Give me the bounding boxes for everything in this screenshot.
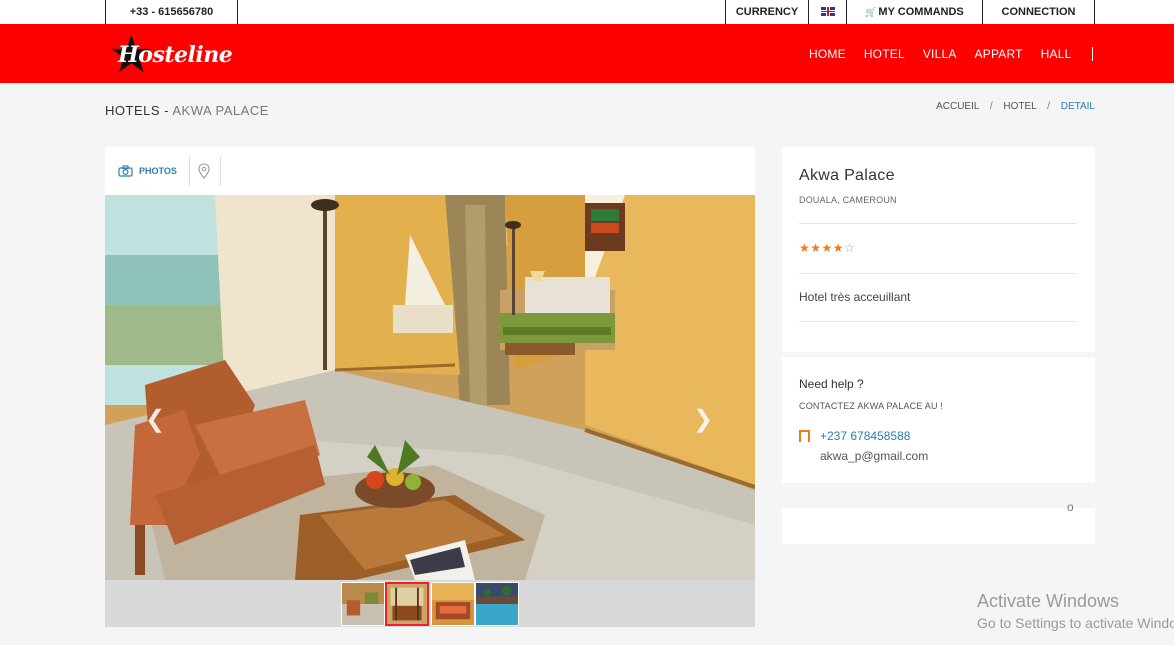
- page-title-separator: -: [160, 103, 173, 118]
- page-title-main: HOTELS: [105, 103, 161, 118]
- divider: [799, 223, 1077, 224]
- divider: [799, 321, 1077, 322]
- hotel-room-photo: [105, 195, 755, 580]
- star-full-icon: ★: [810, 241, 822, 255]
- uk-flag-icon: [820, 7, 835, 16]
- extra-card: o: [782, 500, 1095, 544]
- star-full-icon: ★: [832, 241, 845, 255]
- connection-link[interactable]: CONNECTION: [982, 0, 1095, 24]
- nav-villa[interactable]: VILLA: [914, 47, 966, 61]
- thumbnail-2[interactable]: [385, 582, 429, 626]
- extra-glyph: o: [1067, 500, 1074, 514]
- hotel-location: DOUALA, CAMEROUN: [799, 195, 897, 205]
- breadcrumb-accueil[interactable]: ACCUEIL: [936, 101, 979, 112]
- nav-hotel[interactable]: HOTEL: [855, 47, 914, 61]
- breadcrumb: ACCUEIL / HOTEL / DETAIL: [928, 101, 1095, 112]
- help-subtitle: CONTACTEZ AKWA PALACE AU !: [799, 401, 944, 411]
- logo-text: Hosteline: [118, 42, 233, 68]
- media-tabs: PHOTOS: [105, 147, 755, 195]
- star-full-icon: ★: [799, 241, 811, 255]
- nav-appart[interactable]: APPART: [966, 47, 1032, 61]
- hotel-info-card: Akwa Palace DOUALA, CAMEROUN ★★★★☆ Hotel…: [782, 147, 1095, 352]
- help-card: Need help ? CONTACTEZ AKWA PALACE AU ! +…: [782, 357, 1095, 483]
- nav-hall[interactable]: HALL: [1032, 47, 1081, 61]
- main-nav: HOME HOTEL VILLA APPART HALL: [800, 24, 1094, 83]
- nav-home[interactable]: HOME: [800, 47, 855, 61]
- page-title-sub: AKWA PALACE: [172, 103, 269, 118]
- hotel-rating: ★★★★☆: [799, 241, 855, 255]
- activation-watermark-subtitle: Go to Settings to activate Windows.: [977, 615, 1174, 631]
- map-pin-icon: [197, 163, 210, 179]
- top-phone: +33 - 615656780: [105, 0, 238, 24]
- my-commands-label: MY COMMANDS: [878, 6, 964, 18]
- divider: [799, 273, 1077, 274]
- help-title: Need help ?: [799, 377, 864, 391]
- activation-watermark-title: Activate Windows: [977, 591, 1120, 611]
- hotel-description: Hotel très acceuillant: [799, 290, 911, 304]
- star-empty-icon: ☆: [844, 241, 856, 255]
- cart-icon: 🛒: [865, 7, 877, 17]
- breadcrumb-detail: DETAIL: [1060, 101, 1095, 112]
- thumbnail-3[interactable]: [431, 582, 475, 626]
- help-phone[interactable]: +237 678458588: [820, 429, 910, 443]
- tab-map[interactable]: [187, 156, 221, 186]
- main-header: ★ Hosteline HOME HOTEL VILLA APPART HALL: [0, 24, 1174, 83]
- thumbnail-strip: [105, 580, 755, 627]
- breadcrumb-hotel[interactable]: HOTEL: [1003, 101, 1036, 112]
- tab-photos-label: PHOTOS: [139, 166, 177, 176]
- breadcrumb-separator: /: [989, 101, 993, 112]
- gallery-prev-button[interactable]: ❮: [145, 405, 165, 434]
- thumbnail-4[interactable]: [475, 582, 519, 626]
- photo-gallery[interactable]: ❮ ❯: [105, 195, 755, 580]
- site-logo[interactable]: ★ Hosteline: [108, 29, 233, 81]
- page-title: HOTELS - AKWA PALACE: [105, 103, 269, 118]
- camera-icon: [118, 165, 133, 177]
- nav-divider: [1092, 46, 1094, 61]
- phone-icon: [799, 430, 810, 442]
- my-commands-link[interactable]: 🛒 MY COMMANDS: [846, 0, 982, 24]
- help-email[interactable]: akwa_p@gmail.com: [820, 449, 928, 463]
- language-selector[interactable]: [808, 0, 846, 24]
- gallery-next-button[interactable]: ❯: [693, 405, 713, 434]
- tab-photos[interactable]: PHOTOS: [105, 156, 190, 186]
- thumbnail-1[interactable]: [341, 582, 385, 626]
- currency-menu[interactable]: CURRENCY: [725, 0, 808, 24]
- star-full-icon: ★: [821, 241, 833, 255]
- breadcrumb-separator: /: [1047, 101, 1050, 112]
- hotel-name: Akwa Palace: [799, 167, 895, 184]
- top-bar: +33 - 615656780 CURRENCY 🛒 MY COMMANDS CO…: [0, 0, 1174, 24]
